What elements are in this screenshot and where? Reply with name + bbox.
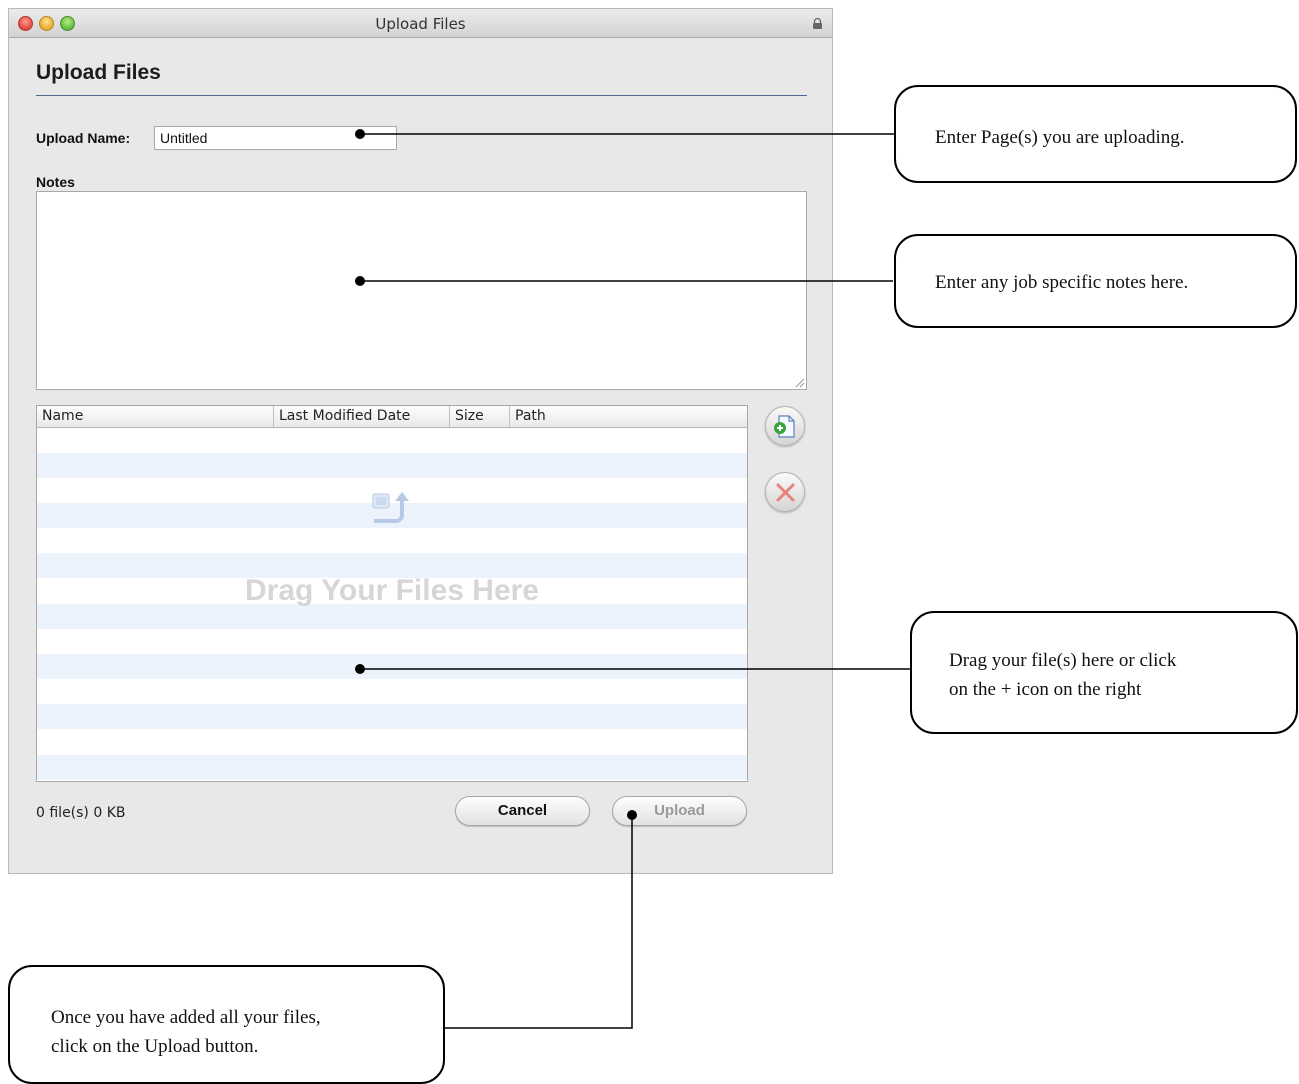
callout-text-line1: Once you have added all your files, [51, 1007, 321, 1028]
callout-notes: Enter any job specific notes here. [894, 234, 1297, 328]
callout-text-line2: click on the Upload button. [51, 1036, 259, 1057]
marker-dot [355, 664, 365, 674]
callout-text: Enter Page(s) you are uploading. [935, 127, 1185, 148]
marker-dot [355, 129, 365, 139]
callout-upload-name: Enter Page(s) you are uploading. [894, 85, 1297, 183]
callout-upload-button: Once you have added all your files, clic… [8, 965, 445, 1084]
callout-text-line2: on the + icon on the right [949, 679, 1142, 700]
connector-upload-button [445, 815, 633, 1029]
marker-dot [627, 810, 637, 820]
callout-text-line1: Drag your file(s) here or click [949, 650, 1177, 671]
tutorial-canvas: Upload Files Upload Files Upload Name: N… [0, 0, 1299, 1084]
callout-drag-files: Drag your file(s) here or click on the +… [910, 611, 1298, 734]
marker-dot [355, 276, 365, 286]
callout-text: Enter any job specific notes here. [935, 272, 1189, 293]
